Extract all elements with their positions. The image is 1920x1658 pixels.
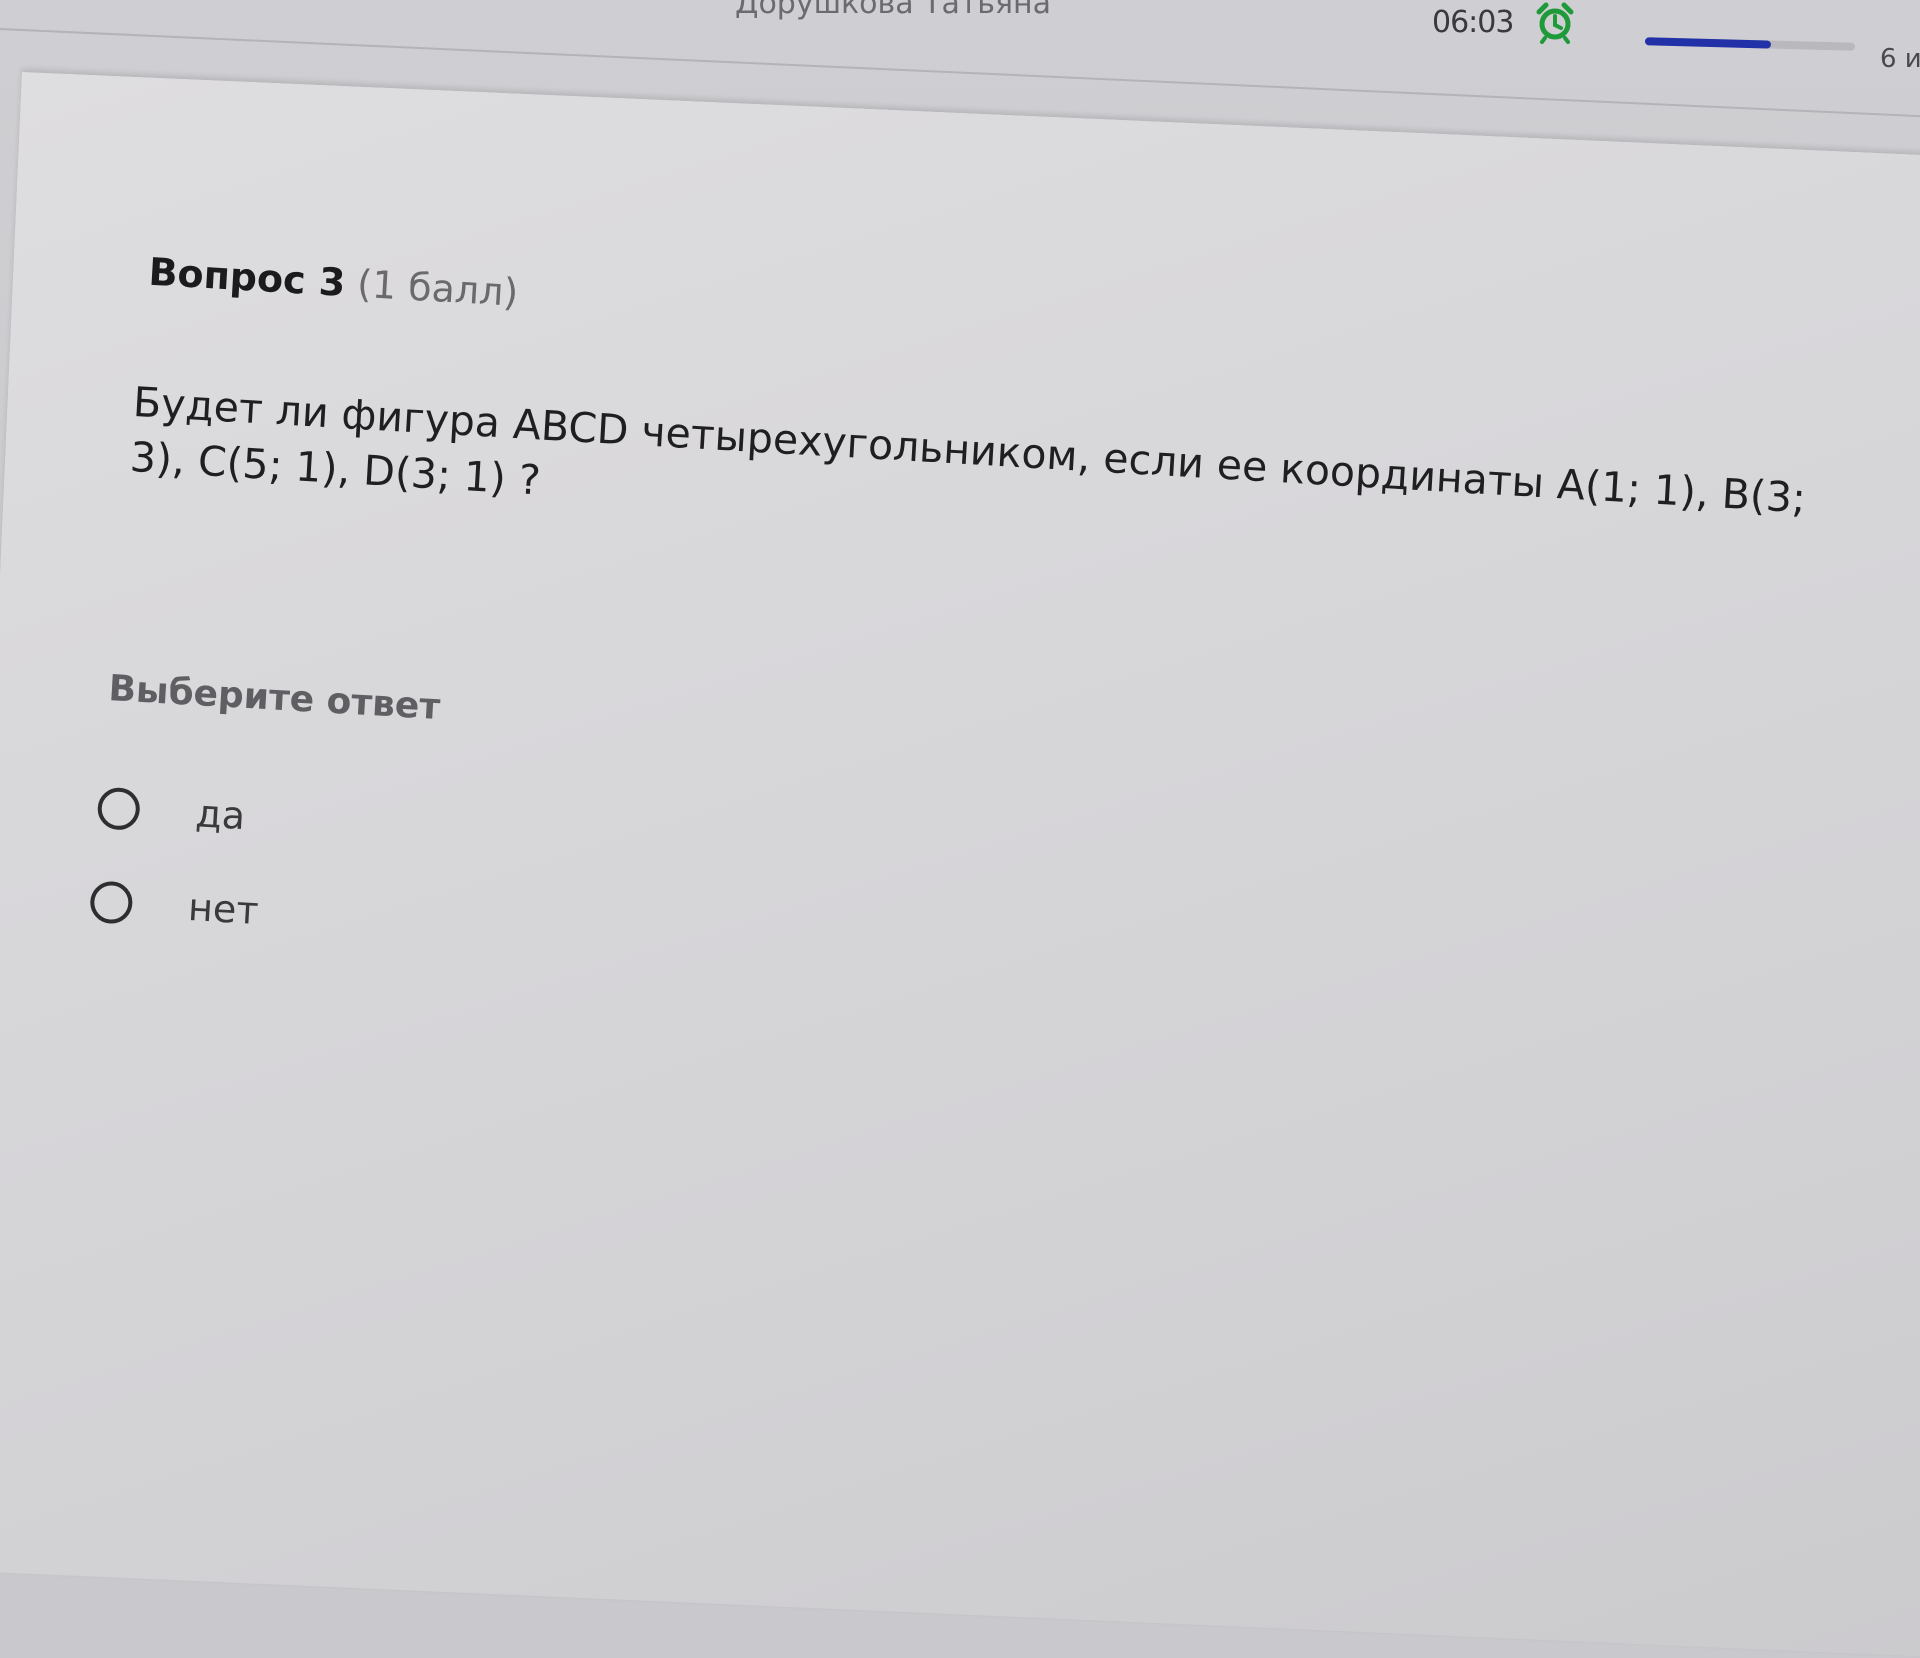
answer-option-label: да [194,791,247,839]
alarm-clock-icon [1533,0,1577,44]
question-header: Вопрос 3 (1 балл) [147,250,519,315]
answer-option-label: нет [186,884,260,933]
user-name: Дорушкова Татьяна [735,0,1052,21]
answer-option-yes[interactable]: да [96,786,247,839]
question-text: Будет ли фигура ABCD четырехугольником, … [128,377,1808,523]
progress-count: 6 и [1880,44,1920,74]
answer-option-no[interactable]: нет [89,879,260,933]
question-points: (1 балл) [356,261,520,315]
question-number: Вопрос 3 [147,249,347,305]
progress-bar-fill [1644,37,1772,49]
quiz-page: Дорушкова Татьяна 06:03 6 и Вопрос 3 (1 … [0,0,1920,1658]
answer-prompt: Выберите ответ [107,668,442,729]
radio-button[interactable] [89,880,134,925]
quiz-header: Дорушкова Татьяна 06:03 6 и [0,0,1920,74]
radio-button[interactable] [96,786,141,831]
progress-bar [1644,37,1856,51]
question-card: Вопрос 3 (1 балл) Будет ли фигура ABCD ч… [0,72,1920,1658]
timer-text: 06:03 [1432,4,1514,40]
timer: 06:03 [1432,0,1577,44]
